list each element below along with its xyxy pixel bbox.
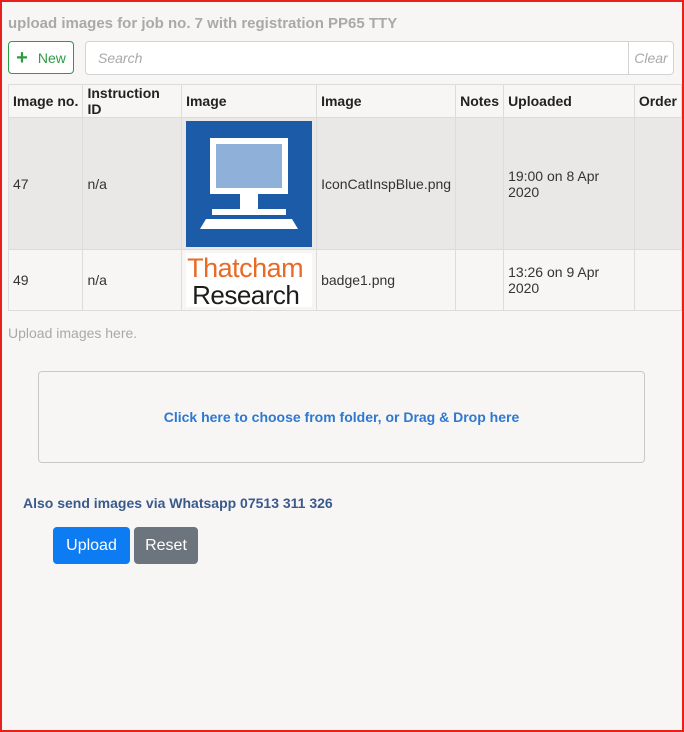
- logo-line-2: Research: [192, 280, 300, 310]
- column-header-image-name[interactable]: Image: [316, 84, 457, 118]
- table-row[interactable]: 47 n/a IconCatInspBlue.png 19:00 on 8 Ap…: [7, 117, 683, 250]
- logo-line-1: Thatcham: [187, 253, 304, 283]
- column-header-notes[interactable]: Notes: [455, 84, 505, 118]
- images-table: Image no. Instruction ID Image Image Not…: [7, 84, 683, 311]
- column-header-uploaded[interactable]: Uploaded: [503, 84, 635, 118]
- file-dropzone[interactable]: Click here to choose from folder, or Dra…: [38, 371, 645, 463]
- cell-image: [181, 117, 318, 250]
- cell-filename: IconCatInspBlue.png: [316, 117, 457, 250]
- cell-uploaded: 13:26 on 9 Apr 2020: [503, 249, 635, 311]
- cell-instruction-id: n/a: [82, 117, 183, 250]
- cell-notes: [455, 249, 505, 311]
- reset-button[interactable]: Reset: [134, 527, 198, 564]
- new-button[interactable]: + New: [8, 41, 74, 74]
- search-group: Clear: [85, 41, 674, 75]
- upload-section-label: Upload images here.: [8, 325, 138, 341]
- plus-icon: +: [16, 46, 28, 69]
- column-header-image[interactable]: Image: [181, 84, 318, 118]
- page-title: upload images for job no. 7 with registr…: [8, 15, 398, 32]
- upload-button[interactable]: Upload: [53, 527, 130, 564]
- cell-instruction-id: n/a: [82, 249, 183, 311]
- thatcham-research-logo[interactable]: Thatcham Research: [186, 253, 313, 310]
- table-row[interactable]: 49 n/a Thatcham Research badge1.png 13:2…: [7, 249, 683, 311]
- dropzone-text: Click here to choose from folder, or Dra…: [163, 409, 520, 425]
- whatsapp-note: Also send images via Whatsapp 07513 311 …: [23, 495, 333, 511]
- cell-order: [633, 117, 683, 250]
- column-header-instruction-id[interactable]: Instruction ID: [82, 84, 183, 118]
- cell-order: [633, 249, 683, 311]
- app-frame: upload images for job no. 7 with registr…: [0, 0, 684, 732]
- cell-uploaded: 19:00 on 8 Apr 2020: [503, 117, 635, 250]
- cell-image: Thatcham Research: [181, 249, 318, 311]
- new-button-label: New: [37, 49, 66, 66]
- search-input[interactable]: [86, 42, 628, 74]
- column-header-image-no[interactable]: Image no.: [7, 84, 84, 118]
- computer-monitor-icon[interactable]: [186, 120, 313, 247]
- cell-image-no: 49: [7, 249, 84, 311]
- column-header-order[interactable]: Order: [633, 84, 683, 118]
- cell-image-no: 47: [7, 117, 84, 250]
- cell-notes: [455, 117, 505, 250]
- clear-button[interactable]: Clear: [628, 42, 673, 74]
- cell-filename: badge1.png: [316, 249, 457, 311]
- table-header-row: Image no. Instruction ID Image Image Not…: [7, 84, 683, 118]
